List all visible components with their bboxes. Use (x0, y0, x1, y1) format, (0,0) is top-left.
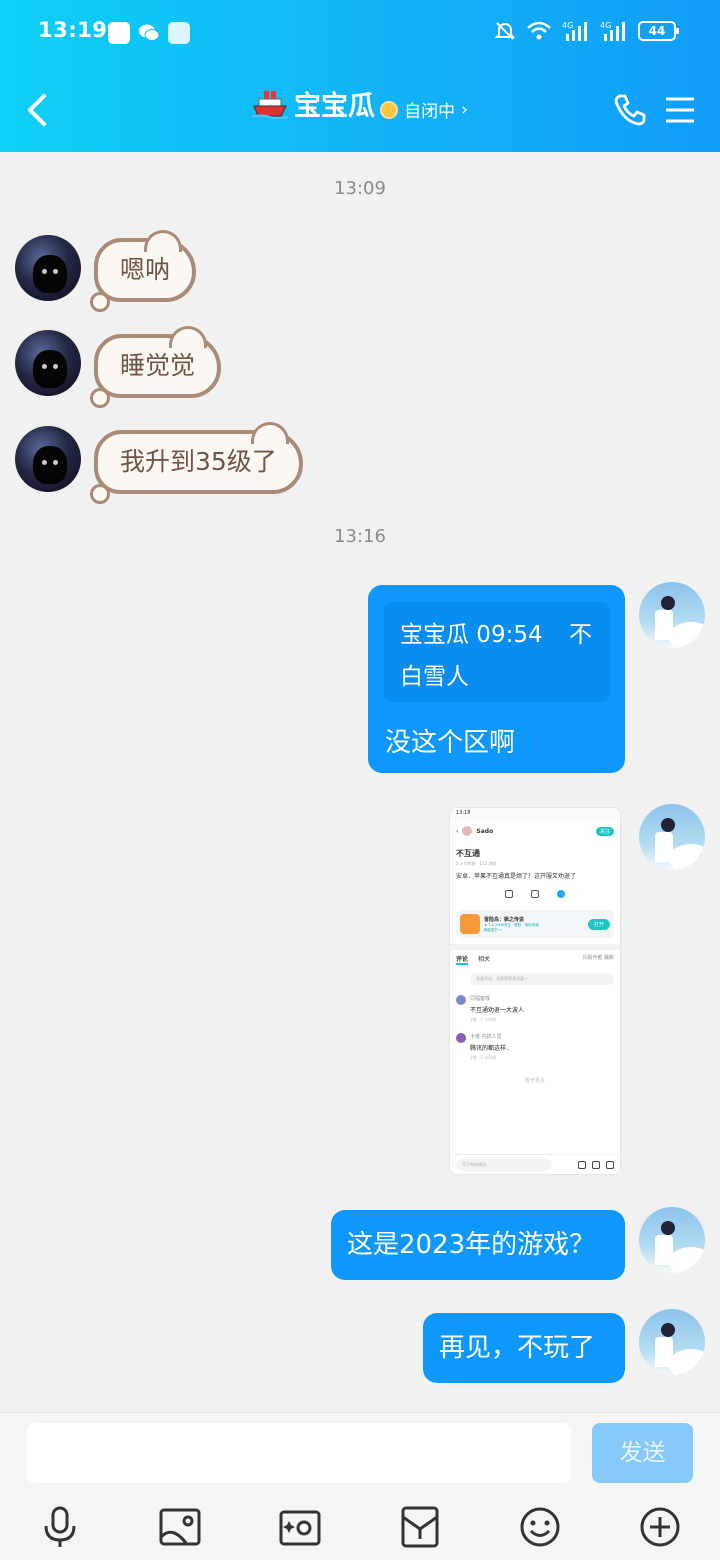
wechat-icon (138, 22, 160, 44)
my-avatar[interactable] (639, 804, 705, 870)
thumb-comment: 卡塔·内扰人员 腾讯的都这样.. 2楼 · 1 小时前 (450, 1027, 620, 1065)
menu-icon[interactable] (662, 92, 698, 128)
composer: 发送 (0, 1412, 720, 1560)
camera-icon[interactable] (278, 1505, 322, 1549)
battery-indicator: 44 (638, 21, 679, 41)
my-avatar[interactable] (639, 582, 705, 648)
thumb-follow: 关注 (595, 826, 614, 836)
signal-2-icon: 4G (600, 21, 625, 41)
quote-text: 白雪人 (400, 664, 469, 690)
red-packet-icon[interactable] (398, 1505, 442, 1549)
quoted-message[interactable]: 宝宝瓜 09:54 不 白雪人 (384, 602, 610, 702)
thumb-game-tag: 精品发行 > (484, 927, 503, 932)
outgoing-message[interactable]: 再见，不玩了 (423, 1313, 625, 1383)
microphone-icon[interactable] (38, 1505, 82, 1549)
incoming-message[interactable]: 睡觉觉 (90, 326, 222, 408)
contact-avatar[interactable] (15, 426, 81, 492)
quote-trailing-text: 不 (569, 622, 592, 648)
contact-name: 宝宝瓜 (294, 91, 376, 122)
message-text: 再见，不玩了 (439, 1333, 596, 1363)
thumb-comment-input: 发表评论，也获得更多回复～ (470, 973, 614, 985)
status-right: 4G 4G 44 (494, 20, 679, 42)
image-icon[interactable] (158, 1505, 202, 1549)
chevron-right-icon: › (461, 99, 468, 120)
incoming-message[interactable]: 我升到35级了 (90, 422, 303, 504)
thumb-bottom-bar: 写下你的想法... (450, 1154, 620, 1174)
chat-header: 13:19 4G 4G 44 宝宝瓜 自闭中 › (0, 0, 720, 152)
message-text: 没这个区啊 (385, 728, 516, 758)
ship-icon (252, 90, 289, 119)
emoji-icon[interactable] (518, 1505, 562, 1549)
signal-1-icon: 4G (562, 21, 587, 41)
plus-icon[interactable] (638, 1505, 682, 1549)
contact-status[interactable]: 自闭中 › (380, 97, 468, 122)
my-avatar[interactable] (639, 1309, 705, 1375)
thumb-more: 暂无更多 (524, 1078, 545, 1084)
sun-emoji-icon (380, 100, 399, 119)
qq-icon (168, 22, 190, 44)
message-text: 嗯呐 (120, 255, 171, 284)
send-button[interactable]: 发送 (592, 1423, 693, 1483)
thumb-user: Sado (476, 827, 494, 835)
status-bar: 13:19 4G 4G 44 (0, 14, 720, 54)
message-input[interactable] (27, 1423, 571, 1483)
contact-avatar[interactable] (15, 330, 81, 396)
thumb-game-card: 冒险岛：枫之传说 ★ 7.4 3.6W关注 · 冒险 · 角色扮演 精品发行 >… (456, 910, 614, 938)
thumb-nav: ‹ Sado 关注 (450, 820, 620, 842)
thumb-body: 安卓、苹果不互通真是烦了！这开服又劝退了 (456, 873, 577, 880)
message-text: 这是2023年的游戏？ (347, 1230, 596, 1260)
contact-status-text: 自闭中 (404, 102, 456, 122)
composer-toolbar (0, 1505, 720, 1551)
thumb-game-sub: ★ 7.4 3.6W关注 · 冒险 · 角色扮演 (484, 922, 539, 927)
thumb-game-name: 冒险岛：枫之传说 (484, 916, 525, 923)
mute-icon (494, 22, 516, 40)
thumb-status: 13:18 (450, 808, 620, 820)
message-text: 我升到35级了 (120, 447, 277, 476)
thumb-title: 不互通 (456, 849, 480, 858)
contact-avatar[interactable] (15, 235, 81, 301)
timestamp: 13:09 (334, 178, 386, 199)
thumb-tabs: 评论 相关 只看作者 最新 (456, 955, 614, 965)
message-text: 睡觉觉 (120, 351, 196, 380)
incoming-message[interactable]: 嗯呐 (90, 230, 197, 312)
timestamp: 13:16 (334, 526, 386, 547)
thumb-comment: 同福客栈 不互通劝退一大波人 1楼 · 1 小时前 (450, 989, 620, 1027)
phone-call-icon[interactable] (612, 92, 648, 128)
wifi-icon (527, 21, 551, 40)
status-time: 13:19 (38, 18, 108, 42)
app-notification-icon (108, 22, 130, 44)
screenshot-image-message[interactable]: 13:18 ‹ Sado 关注 不互通 2.3 小时前 · 132 浏览 安卓、… (449, 807, 621, 1175)
svg-text:4G: 4G (600, 21, 611, 30)
quote-header: 宝宝瓜 09:54 (400, 622, 543, 648)
thumb-open: 打开 (587, 918, 610, 930)
thumb-actions (450, 884, 620, 904)
my-avatar[interactable] (639, 1207, 705, 1273)
chat-title: 宝宝瓜 (252, 84, 375, 123)
svg-text:4G: 4G (562, 21, 573, 30)
outgoing-message[interactable]: 这是2023年的游戏？ (331, 1210, 625, 1280)
